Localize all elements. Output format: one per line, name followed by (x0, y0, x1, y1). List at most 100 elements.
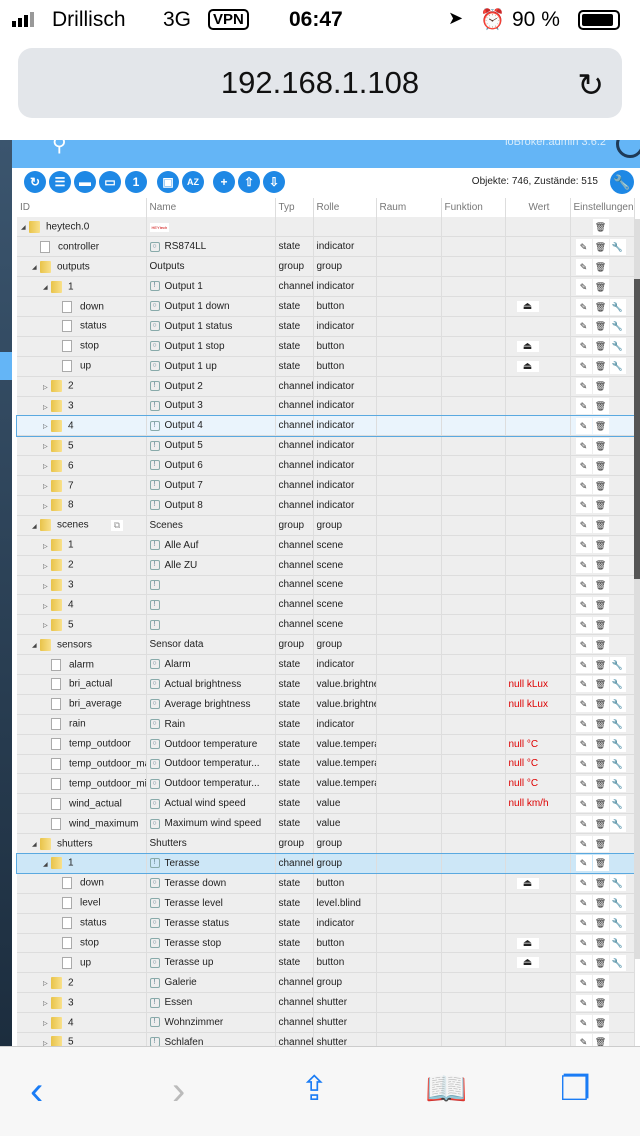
delete-icon[interactable]: 🗑 (592, 755, 609, 772)
table-row[interactable]: ▷ 2 ! Alle ZU channel scene ✎ 🗑 (17, 555, 635, 576)
id-cell[interactable]: ▷ 4 (17, 594, 147, 616)
expand-toggle-icon[interactable]: ▷ (43, 543, 51, 550)
table-row[interactable]: ▷ 6 ! Output 6 channel indicator ✎ 🗑 (17, 455, 635, 477)
wrench-icon[interactable]: 🔧 (609, 238, 626, 255)
id-cell[interactable]: ▷ 3 (17, 992, 147, 1014)
delete-icon[interactable]: 🗑 (592, 994, 609, 1011)
funktion-cell[interactable] (441, 913, 506, 934)
funktion-cell[interactable] (441, 396, 506, 417)
name-cell[interactable]: Scenes (146, 515, 276, 536)
name-cell[interactable]: ○ Terasse level (146, 893, 276, 914)
delete-icon[interactable]: 🗑 (592, 775, 609, 792)
edit-icon[interactable]: ✎ (575, 636, 592, 653)
raum-cell[interactable] (376, 594, 442, 616)
name-cell[interactable]: ○ Actual wind speed (146, 793, 276, 815)
delete-icon[interactable]: 🗑 (592, 218, 609, 235)
id-cell[interactable]: ▷ 5 (17, 1032, 147, 1046)
edit-icon[interactable]: ✎ (575, 696, 592, 713)
edit-icon[interactable]: ✎ (575, 258, 592, 275)
funktion-cell[interactable] (441, 873, 506, 894)
expand-toggle-icon[interactable]: ▷ (43, 423, 51, 430)
raum-cell[interactable] (376, 396, 442, 417)
delete-icon[interactable]: 🗑 (592, 477, 609, 494)
funktion-cell[interactable] (441, 714, 506, 735)
wrench-icon[interactable]: 🔧 (609, 716, 626, 733)
id-cell[interactable]: ◢ sensors (17, 634, 147, 656)
funktion-cell[interactable] (441, 773, 506, 795)
expand-toggle-icon[interactable]: ▷ (43, 563, 51, 570)
delete-icon[interactable]: 🗑 (592, 855, 609, 872)
table-row[interactable]: ▷ 1 ! Alle Auf channel scene ✎ 🗑 (17, 535, 635, 556)
upload-button[interactable]: ⇧ (238, 171, 260, 193)
funktion-cell[interactable] (441, 415, 506, 437)
delete-icon[interactable]: 🗑 (592, 437, 609, 454)
id-cell[interactable]: ▷ 5 (17, 435, 147, 457)
raum-cell[interactable] (376, 714, 442, 735)
table-row[interactable]: status ○ Terasse status state indicator ✎… (17, 913, 635, 934)
download-button[interactable]: ⇩ (263, 171, 285, 193)
table-row[interactable]: alarm ○ Alarm state indicator ✎ 🗑 🔧 (17, 654, 635, 675)
name-cell[interactable]: HEYtech (146, 217, 276, 238)
delete-icon[interactable]: 🗑 (592, 338, 609, 355)
edit-icon[interactable]: ✎ (575, 656, 592, 673)
raum-cell[interactable] (376, 893, 442, 914)
name-cell[interactable]: ! Alle ZU (146, 555, 276, 576)
collapse-toggle-icon[interactable]: ◢ (43, 284, 51, 291)
raum-cell[interactable] (376, 773, 442, 795)
funktion-cell[interactable] (441, 435, 506, 457)
table-row[interactable]: wind_actual ○ Actual wind speed state val… (17, 793, 635, 815)
raum-cell[interactable] (376, 376, 442, 397)
raum-cell[interactable] (376, 614, 442, 636)
id-cell[interactable]: ▷ 6 (17, 455, 147, 477)
funktion-cell[interactable] (441, 475, 506, 496)
expand-toggle-icon[interactable]: ▷ (43, 1020, 51, 1027)
table-row[interactable]: ▷ 3 ! Output 3 channel indicator ✎ 🗑 (17, 396, 635, 417)
wrench-icon[interactable]: 🔧 (609, 696, 626, 713)
raum-cell[interactable] (376, 415, 442, 437)
raum-cell[interactable] (376, 515, 442, 536)
name-cell[interactable]: ! Output 2 (146, 376, 276, 397)
id-cell[interactable]: temp_outdoor (17, 734, 147, 755)
expand-toggle-icon[interactable]: ▷ (43, 463, 51, 470)
press-button-icon[interactable]: ⏏ (516, 301, 539, 312)
sort-az-button[interactable]: AZ (182, 171, 204, 193)
wrench-icon[interactable]: 🔧 (609, 298, 626, 315)
raum-cell[interactable] (376, 336, 442, 357)
wrench-icon[interactable]: 🔧 (609, 935, 626, 951)
id-cell[interactable]: ◢ 1 (17, 276, 147, 298)
funktion-cell[interactable] (441, 992, 506, 1014)
id-cell[interactable]: ◢ heytech.0 (17, 217, 147, 238)
id-cell[interactable]: ▷ 2 (17, 972, 147, 994)
name-cell[interactable]: ! Alle Auf (146, 535, 276, 556)
edit-icon[interactable]: ✎ (575, 676, 592, 693)
edit-icon[interactable]: ✎ (575, 915, 592, 932)
name-cell[interactable]: ○ Output 1 status (146, 316, 276, 337)
bookmarks-icon[interactable]: 📖 (425, 1069, 467, 1109)
id-cell[interactable]: ◢ outputs (17, 256, 147, 278)
name-cell[interactable]: ! Schlafen (146, 1032, 276, 1046)
delete-icon[interactable]: 🗑 (592, 238, 609, 255)
id-cell[interactable]: level (17, 893, 147, 914)
delete-icon[interactable]: 🗑 (592, 935, 609, 951)
refresh-button[interactable]: ↻ (24, 171, 46, 193)
funktion-cell[interactable] (441, 316, 506, 337)
funktion-cell[interactable] (441, 972, 506, 994)
expand-toggle-icon[interactable]: ▷ (43, 583, 51, 590)
funktion-cell[interactable] (441, 495, 506, 516)
table-row[interactable]: temp_outdoor_max ○Outdoor temperatur... … (17, 754, 635, 775)
id-cell[interactable]: ▷ 4 (17, 415, 147, 437)
delete-icon[interactable]: 🗑 (592, 835, 609, 852)
table-row[interactable]: ▷ 5 ! channel scene ✎ 🗑 (17, 614, 635, 636)
raum-cell[interactable] (376, 933, 442, 954)
delete-icon[interactable]: 🗑 (592, 815, 609, 832)
table-row[interactable]: ▷ 2 ! Output 2 channel indicator ✎ 🗑 (17, 376, 635, 397)
funktion-cell[interactable] (441, 594, 506, 616)
delete-icon[interactable]: 🗑 (592, 298, 609, 315)
edit-icon[interactable]: ✎ (575, 338, 592, 355)
raum-cell[interactable] (376, 296, 442, 317)
expand-toggle-icon[interactable]: ▷ (43, 483, 51, 490)
delete-icon[interactable]: 🗑 (592, 736, 609, 753)
edit-icon[interactable]: ✎ (575, 238, 592, 255)
table-row[interactable]: ▷ 4 ! channel scene ✎ 🗑 (17, 594, 635, 616)
edit-icon[interactable]: ✎ (575, 1014, 592, 1031)
